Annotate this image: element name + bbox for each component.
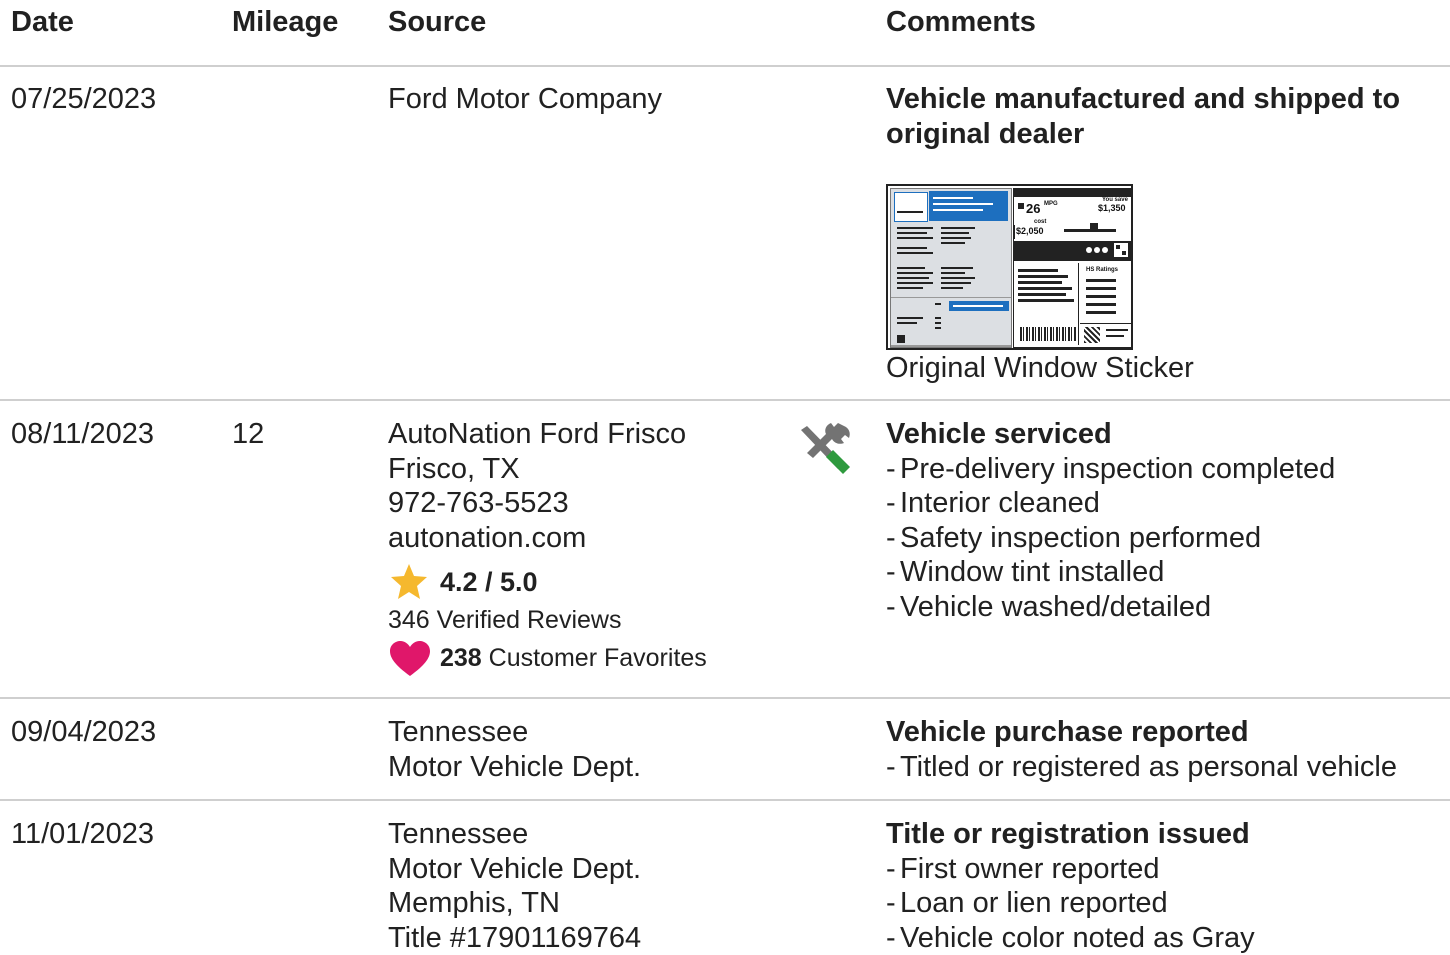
comment-item: -Vehicle color noted as Gray: [886, 921, 1255, 955]
source-line: Tennessee: [388, 715, 641, 750]
sticker-mpg-unit: MPG: [1044, 201, 1058, 207]
title-number: Title #17901169764: [388, 921, 641, 955]
sticker-savings: $1,350: [1098, 204, 1126, 213]
comment-item: -Window tint installed: [886, 555, 1335, 590]
heart-icon: [389, 640, 431, 678]
dealer-name[interactable]: AutoNation Ford Frisco: [388, 417, 686, 452]
wrench-screwdriver-icon: [796, 422, 852, 478]
row-1-date: 07/25/2023: [11, 82, 156, 117]
sticker-fuel-cost: $2,050: [1016, 227, 1044, 236]
dealer-website[interactable]: autonation.com: [388, 521, 686, 556]
comment-item: -Interior cleaned: [886, 486, 1335, 521]
header-source[interactable]: Source: [388, 4, 486, 40]
header-divider: [0, 65, 1450, 67]
window-sticker-thumbnail[interactable]: 26 MPG You save $1,350 cost $2,050 HS Ra…: [886, 184, 1133, 350]
row-4-date: 11/01/2023: [11, 817, 154, 852]
header-mileage[interactable]: Mileage: [232, 4, 338, 40]
row-1-divider: [0, 399, 1450, 401]
comment-item: -Vehicle washed/detailed: [886, 590, 1335, 625]
window-sticker-caption[interactable]: Original Window Sticker: [886, 351, 1194, 386]
source-line: Tennessee: [388, 817, 641, 852]
sticker-ratings-label: HS Ratings: [1086, 267, 1118, 273]
sticker-left-panel: [890, 188, 1012, 348]
row-2-comment-title: Vehicle serviced: [886, 417, 1335, 452]
sticker-cost-label: cost: [1034, 219, 1046, 225]
sticker-mpg: 26: [1026, 202, 1040, 215]
header-comments[interactable]: Comments: [886, 4, 1036, 40]
row-1-source: Ford Motor Company: [388, 82, 662, 117]
header-date[interactable]: Date: [11, 4, 74, 40]
comment-item: -Pre-delivery inspection completed: [886, 452, 1335, 487]
row-4-source-block: Tennessee Motor Vehicle Dept. Memphis, T…: [388, 817, 641, 955]
row-2-comments: Vehicle serviced -Pre-delivery inspectio…: [886, 417, 1335, 624]
row-3-divider: [0, 799, 1450, 801]
source-line: Motor Vehicle Dept.: [388, 750, 641, 785]
favorites-label: Customer Favorites: [489, 644, 707, 672]
source-line: Memphis, TN: [388, 886, 641, 921]
comment-item: -Loan or lien reported: [886, 886, 1255, 921]
row-3-date: 09/04/2023: [11, 715, 156, 750]
favorites-count: 238: [440, 644, 482, 672]
row-2-date: 08/11/2023: [11, 417, 154, 452]
dealer-location: Frisco, TX: [388, 452, 686, 487]
row-3-comment-title: Vehicle purchase reported: [886, 715, 1397, 750]
row-2-mileage: 12: [232, 417, 264, 452]
row-1-comment-title: Vehicle manufactured and shipped to orig…: [886, 82, 1426, 151]
row-2-source-block: AutoNation Ford Frisco Frisco, TX 972-76…: [388, 417, 686, 555]
row-4-comment-title: Title or registration issued: [886, 817, 1255, 852]
row-2-divider: [0, 697, 1450, 699]
dealer-favorites: 238 Customer Favorites: [440, 642, 707, 674]
row-3-comments: Vehicle purchase reported -Titled or reg…: [886, 715, 1397, 784]
star-icon: [389, 563, 429, 601]
comment-item: -Safety inspection performed: [886, 521, 1335, 556]
row-3-source-block: Tennessee Motor Vehicle Dept.: [388, 715, 641, 784]
dealer-phone[interactable]: 972-763-5523: [388, 486, 686, 521]
dealer-reviews-link[interactable]: 346 Verified Reviews: [388, 604, 621, 636]
dealer-rating: 4.2 / 5.0: [440, 565, 538, 599]
comment-item: -First owner reported: [886, 852, 1255, 887]
row-4-comments: Title or registration issued -First owne…: [886, 817, 1255, 955]
source-line: Motor Vehicle Dept.: [388, 852, 641, 887]
comment-item: -Titled or registered as personal vehicl…: [886, 750, 1397, 785]
sticker-right-panel: 26 MPG You save $1,350 cost $2,050 HS Ra…: [1013, 188, 1133, 348]
